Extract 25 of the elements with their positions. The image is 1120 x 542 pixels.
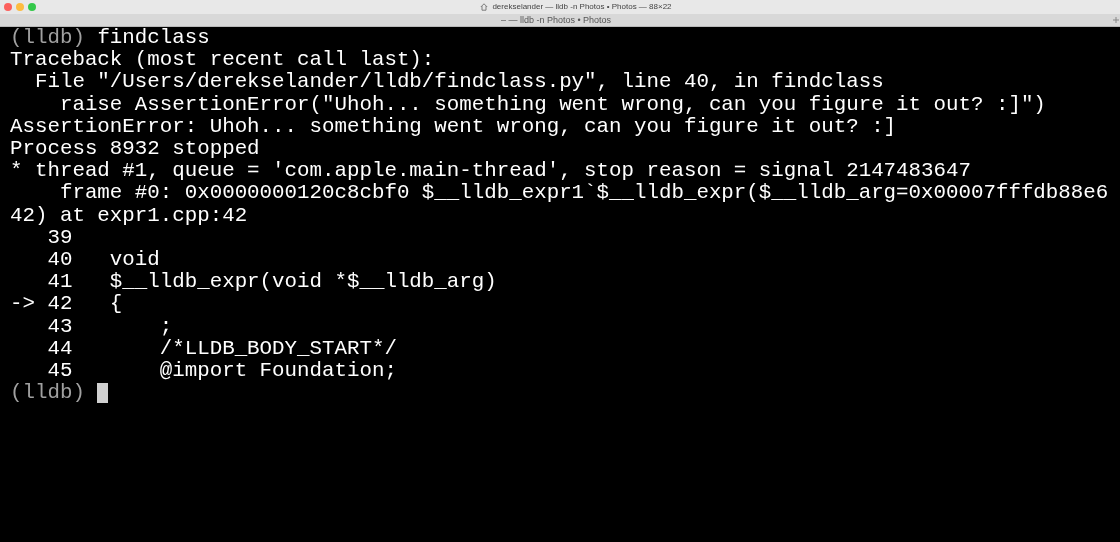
output-line: -> 42 { <box>10 293 123 316</box>
minimize-button[interactable] <box>16 3 24 11</box>
output-line: File "/Users/derekselander/lldb/findclass.py", line 40, in findclass <box>33 71 884 94</box>
output-line: 41 $__lldb_expr(void *$__lldb_arg) <box>46 271 497 294</box>
plus-icon <box>1113 17 1119 23</box>
close-button[interactable] <box>4 3 12 11</box>
output-line: Traceback (most recent call last): <box>10 49 435 72</box>
output-line: raise AssertionError("Uhoh... something went wrong, can you figure it out? :]") <box>58 93 1046 116</box>
output-line: * thread #1, queue = 'com.apple.main-thread', stop reason = signal 2147483647 <box>10 160 971 183</box>
output-line: 40 void <box>46 249 160 272</box>
zoom-button[interactable] <box>28 3 36 11</box>
house-icon <box>480 3 489 11</box>
new-tab-button[interactable] <box>1112 16 1120 24</box>
command-text: findclass <box>97 27 210 50</box>
output-line: 42) at expr1.cpp:42 <box>10 204 248 227</box>
output-line: 44 /*LLDB_BODY_START*/ <box>46 337 397 361</box>
output-line: 45 @import Foundation; <box>46 360 397 383</box>
output-line: 39 <box>46 226 73 250</box>
output-line: 43 ; <box>46 315 173 338</box>
output-line: Process 8932 stopped <box>10 138 260 161</box>
window-title: derekselander — lldb -n Photos • Photos — 88×22 <box>492 3 672 11</box>
output-line: frame #0: 0x0000000120c8cbf0 $__lldb_expr1`$__lldb_expr($__lldb_arg=0x00007fffdb88e6 <box>58 182 1109 205</box>
prompt-text: (lldb) <box>10 382 85 405</box>
output-line: AssertionError: Uhoh... something went wrong, can you figure it out? :] <box>10 115 897 138</box>
prompt-text: (lldb) <box>10 27 85 50</box>
